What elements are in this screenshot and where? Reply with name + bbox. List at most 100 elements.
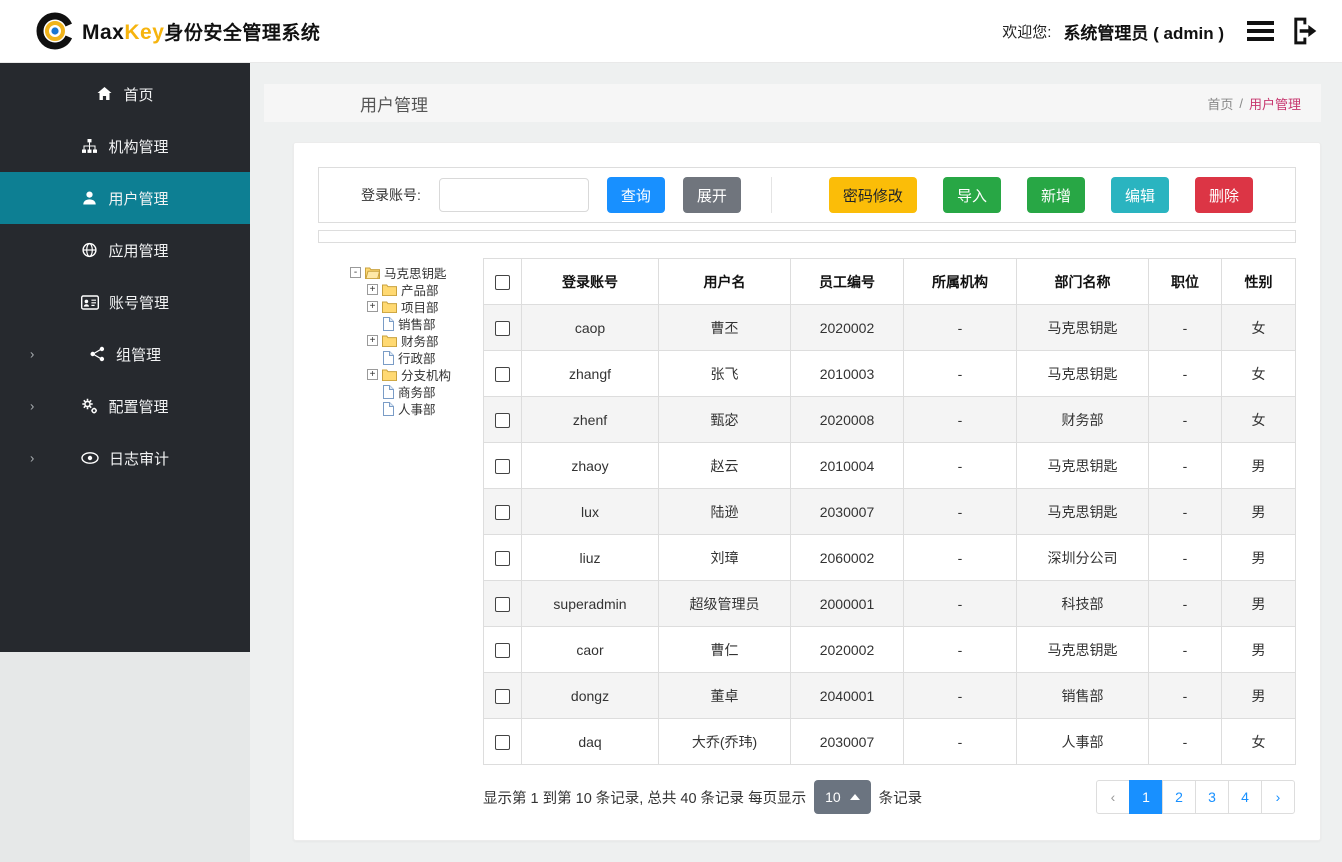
cell-gender: 女 bbox=[1221, 396, 1296, 443]
page-header-bar: 用户管理 首页 / 用户管理 bbox=[264, 84, 1321, 122]
login-account-label: 登录账号: bbox=[361, 187, 421, 203]
tree-node[interactable]: + 分支机构 bbox=[367, 366, 470, 383]
row-checkbox[interactable] bbox=[495, 366, 510, 382]
chevron-right-icon: › bbox=[30, 450, 35, 466]
row-checkbox[interactable] bbox=[495, 412, 510, 428]
pager-page-4[interactable]: 4 bbox=[1228, 780, 1262, 814]
row-checkbox[interactable] bbox=[495, 734, 510, 750]
cell-org: - bbox=[903, 350, 1017, 397]
table-row[interactable]: superadmin 超级管理员 2000001 - 科技部 - 男 bbox=[483, 580, 1296, 627]
cell-login: zhangf bbox=[521, 350, 659, 397]
tree-expander[interactable]: + bbox=[367, 369, 378, 380]
pager-page-3[interactable]: 3 bbox=[1195, 780, 1229, 814]
pager-next-button[interactable]: › bbox=[1261, 780, 1295, 814]
add-button[interactable]: 新增 bbox=[1026, 177, 1085, 213]
tree-node-root[interactable]: - 马克思钥匙 bbox=[350, 264, 470, 281]
table-row[interactable]: caor 曹仁 2020002 - 马克思钥匙 - 男 bbox=[483, 626, 1296, 673]
table-row[interactable]: zhangf 张飞 2010003 - 马克思钥匙 - 女 bbox=[483, 350, 1296, 397]
table-row[interactable]: lux 陆逊 2030007 - 马克思钥匙 - 男 bbox=[483, 488, 1296, 535]
password-modify-button[interactable]: 密码修改 bbox=[828, 177, 917, 213]
org-tree: - 马克思钥匙 + 产品部 + 项目部 销售部 + 财务部 行政部 + 分支机构… bbox=[318, 258, 470, 814]
cell-gender: 女 bbox=[1221, 304, 1296, 351]
row-checkbox[interactable] bbox=[495, 596, 510, 612]
summary-suffix: 条记录 bbox=[878, 790, 923, 807]
cell-org: - bbox=[903, 304, 1017, 351]
tree-expander[interactable]: + bbox=[367, 335, 378, 346]
cell-login: liuz bbox=[521, 534, 659, 581]
tree-node[interactable]: 行政部 bbox=[367, 349, 470, 366]
sidebar-item-org[interactable]: 机构管理 bbox=[0, 120, 250, 172]
cell-gender: 女 bbox=[1221, 718, 1296, 765]
tree-node[interactable]: 商务部 bbox=[367, 383, 470, 400]
column-header: 所属机构 bbox=[903, 258, 1017, 305]
sidebar-item-home[interactable]: 首页 bbox=[0, 68, 250, 120]
page-size-select[interactable]: 10 bbox=[814, 780, 871, 814]
cell-department: 马克思钥匙 bbox=[1016, 442, 1149, 489]
sidebar-item-audit[interactable]: › 日志审计 bbox=[0, 432, 250, 484]
tree-expander[interactable]: + bbox=[367, 284, 378, 295]
cell-org: - bbox=[903, 534, 1017, 581]
sidebar-item-apps[interactable]: 应用管理 bbox=[0, 224, 250, 276]
breadcrumb-home[interactable]: 首页 bbox=[1207, 94, 1233, 113]
cell-department: 马克思钥匙 bbox=[1016, 304, 1149, 351]
expand-button[interactable]: 展开 bbox=[682, 177, 741, 213]
table-row[interactable]: zhaoy 赵云 2010004 - 马克思钥匙 - 男 bbox=[483, 442, 1296, 489]
cell-department: 马克思钥匙 bbox=[1016, 626, 1149, 673]
summary-text: 显示第 1 到第 10 条记录, 总共 40 条记录 每页显示 bbox=[483, 790, 807, 807]
pager-page-2[interactable]: 2 bbox=[1162, 780, 1196, 814]
cell-username: 刘璋 bbox=[658, 534, 791, 581]
tree-expander[interactable]: + bbox=[367, 301, 378, 312]
sidebar: 首页 机构管理 用户管理 应用管理 账号管理 › 组管理 › 配置管理 › 日志… bbox=[0, 63, 250, 862]
table-row[interactable]: caop 曹丕 2020002 - 马克思钥匙 - 女 bbox=[483, 304, 1296, 351]
folder-icon bbox=[382, 335, 397, 347]
query-button[interactable]: 查询 bbox=[606, 177, 665, 213]
pager-prev-button[interactable]: ‹ bbox=[1096, 780, 1130, 814]
row-checkbox[interactable] bbox=[495, 504, 510, 520]
table-row[interactable]: liuz 刘璋 2060002 - 深圳分公司 - 男 bbox=[483, 534, 1296, 581]
import-button[interactable]: 导入 bbox=[942, 177, 1001, 213]
breadcrumb-separator: / bbox=[1239, 95, 1243, 111]
logout-icon[interactable] bbox=[1288, 15, 1322, 47]
tree-node[interactable]: 人事部 bbox=[367, 400, 470, 417]
tree-node[interactable]: + 财务部 bbox=[367, 332, 470, 349]
row-checkbox[interactable] bbox=[495, 550, 510, 566]
row-checkbox[interactable] bbox=[495, 458, 510, 474]
sidebar-item-label: 账号管理 bbox=[108, 294, 169, 312]
cell-username: 张飞 bbox=[658, 350, 791, 397]
cell-position: - bbox=[1148, 672, 1222, 719]
sidebar-item-groups[interactable]: › 组管理 bbox=[0, 328, 250, 380]
sidebar-item-users[interactable]: 用户管理 bbox=[0, 172, 250, 224]
row-checkbox[interactable] bbox=[495, 320, 510, 336]
table-row[interactable]: dongz 董卓 2040001 - 销售部 - 男 bbox=[483, 672, 1296, 719]
tree-node[interactable]: + 产品部 bbox=[367, 281, 470, 298]
pager: ‹ 1 2 3 4 › bbox=[1096, 780, 1295, 814]
cell-login: daq bbox=[521, 718, 659, 765]
cell-username: 陆逊 bbox=[658, 488, 791, 535]
menu-icon[interactable] bbox=[1246, 19, 1276, 43]
tree-node[interactable]: 销售部 bbox=[367, 315, 470, 332]
advanced-search-collapsed-panel bbox=[318, 230, 1296, 243]
table-header-row: 登录账号 用户名 员工编号 所属机构 部门名称 职位 性别 bbox=[483, 258, 1296, 305]
table-row[interactable]: zhenf 甄宓 2020008 - 财务部 - 女 bbox=[483, 396, 1296, 443]
brand-text: MaxKey身份安全管理系统 bbox=[82, 18, 320, 45]
row-checkbox[interactable] bbox=[495, 642, 510, 658]
tree-node[interactable]: + 项目部 bbox=[367, 298, 470, 315]
login-account-input[interactable] bbox=[438, 178, 589, 212]
folder-icon bbox=[382, 284, 397, 296]
edit-button[interactable]: 编辑 bbox=[1110, 177, 1169, 213]
column-header: 部门名称 bbox=[1016, 258, 1149, 305]
cell-department: 人事部 bbox=[1016, 718, 1149, 765]
cell-org: - bbox=[903, 626, 1017, 673]
main-content: 用户管理 首页 / 用户管理 登录账号: 查询 展开 密码修改 导入 新增 编辑… bbox=[250, 63, 1342, 862]
select-all-checkbox[interactable] bbox=[495, 274, 510, 290]
sidebar-item-accounts[interactable]: 账号管理 bbox=[0, 276, 250, 328]
sidebar-item-config[interactable]: › 配置管理 bbox=[0, 380, 250, 432]
pager-page-1[interactable]: 1 bbox=[1129, 780, 1163, 814]
cell-position: - bbox=[1148, 350, 1222, 397]
cell-employee-no: 2040001 bbox=[790, 672, 904, 719]
cell-department: 科技部 bbox=[1016, 580, 1149, 627]
table-row[interactable]: daq 大乔(乔玮) 2030007 - 人事部 - 女 bbox=[483, 718, 1296, 765]
tree-expander[interactable]: - bbox=[350, 267, 361, 278]
row-checkbox[interactable] bbox=[495, 688, 510, 704]
delete-button[interactable]: 删除 bbox=[1194, 177, 1253, 213]
